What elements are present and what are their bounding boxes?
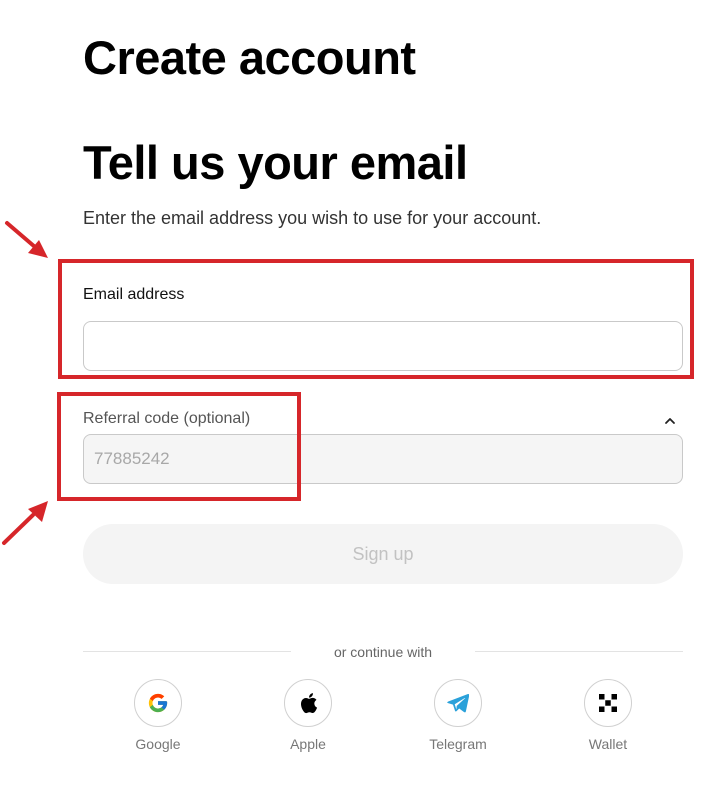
divider-line-right — [475, 651, 683, 652]
chevron-up-icon[interactable] — [662, 414, 678, 428]
step-subtitle: Enter the email address you wish to use … — [83, 208, 542, 228]
wallet-icon — [599, 694, 617, 712]
google-icon — [148, 693, 168, 713]
provider-apple-label: Apple — [290, 736, 326, 752]
annotation-box-referral — [57, 392, 301, 501]
annotation-arrow-bottom — [2, 501, 48, 545]
step-title: Tell us your email — [83, 136, 468, 189]
annotation-box-email — [58, 259, 694, 379]
provider-wallet-circle[interactable] — [584, 679, 632, 727]
provider-telegram-circle[interactable] — [434, 679, 482, 727]
provider-telegram-label: Telegram — [429, 736, 487, 752]
provider-apple-button[interactable]: Apple — [258, 679, 358, 753]
sign-up-button[interactable]: Sign up — [83, 524, 683, 584]
apple-icon — [301, 693, 318, 714]
telegram-icon — [447, 694, 469, 713]
provider-google-label: Google — [135, 736, 181, 752]
page-title: Create account — [83, 31, 416, 84]
provider-wallet-label: Wallet — [588, 736, 628, 752]
provider-google-button[interactable]: Google — [108, 679, 208, 753]
provider-google-circle[interactable] — [134, 679, 182, 727]
provider-wallet-button[interactable]: Wallet — [558, 679, 658, 753]
divider-text: or continue with — [333, 644, 433, 660]
provider-telegram-button[interactable]: Telegram — [408, 679, 508, 753]
provider-apple-circle[interactable] — [284, 679, 332, 727]
annotation-arrow-top — [5, 221, 48, 258]
divider-line-left — [83, 651, 291, 652]
